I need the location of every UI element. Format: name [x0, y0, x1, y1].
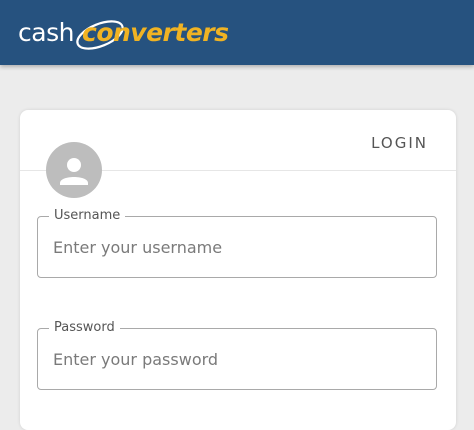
password-label: Password: [49, 320, 120, 336]
username-input[interactable]: [53, 234, 423, 260]
password-input[interactable]: [53, 346, 423, 372]
login-card: LOGIN Username Password: [20, 110, 456, 430]
app-header: cash converters: [0, 0, 474, 65]
user-avatar-icon: [46, 142, 102, 198]
cash-converters-logo[interactable]: cash converters: [18, 14, 229, 54]
logo-word-cash: cash: [18, 18, 74, 47]
username-label: Username: [49, 208, 126, 224]
login-tab[interactable]: LOGIN: [371, 134, 428, 152]
username-field: Username: [37, 208, 437, 278]
password-field: Password: [37, 320, 437, 390]
logo-word-converters: converters: [82, 18, 229, 47]
